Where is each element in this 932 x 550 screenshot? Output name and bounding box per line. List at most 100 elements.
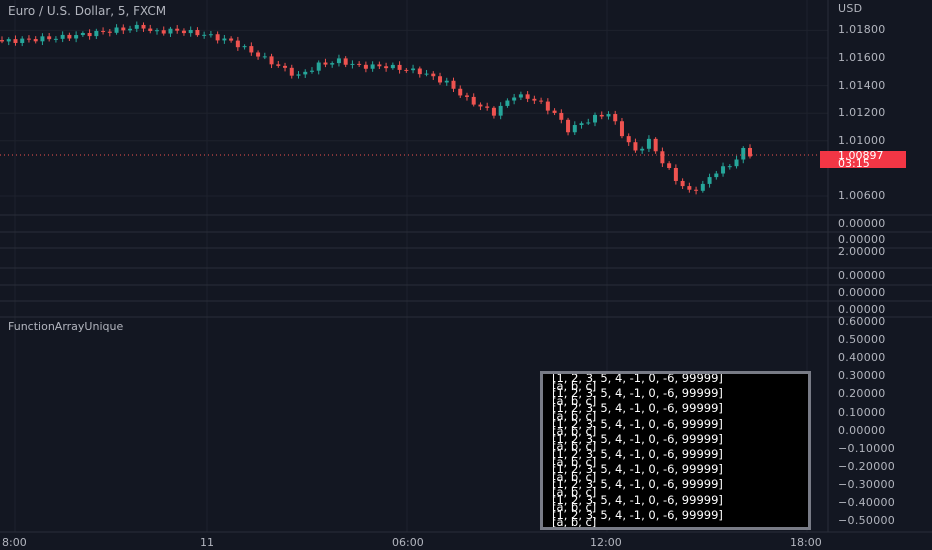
time-label: 8:00 [2, 536, 27, 549]
candle-body [235, 40, 240, 48]
candle-body [269, 56, 274, 65]
candle-body [26, 38, 31, 40]
indicator-axis-label: −0.20000 [838, 459, 896, 473]
candle-body [33, 39, 38, 42]
candle-body [47, 36, 52, 40]
candle-body [626, 136, 631, 143]
candle-body [336, 58, 341, 64]
candle-body [572, 125, 577, 133]
candle-body [384, 66, 389, 69]
candle-body [545, 101, 550, 111]
candle-body [181, 30, 186, 34]
candle-body [134, 24, 139, 29]
candle-body [633, 142, 638, 151]
indicator-axis-label: 0.60000 [838, 315, 886, 328]
indicator-title[interactable]: FunctionArrayUnique [8, 320, 123, 333]
candle-body [87, 32, 92, 37]
candle-body [316, 62, 321, 71]
candle-body [168, 28, 173, 34]
candle-body [53, 38, 58, 40]
candle-body [700, 183, 705, 191]
indicator-axis-label: 0.20000 [838, 387, 886, 401]
candle-body [262, 56, 267, 58]
indicator-axis-label: 0.00000 [838, 423, 886, 437]
indicator-axis-label: 0.50000 [838, 333, 886, 347]
candle-body [242, 46, 247, 48]
candle-body [222, 38, 227, 41]
candle-body [208, 34, 213, 36]
candle-body [67, 34, 72, 39]
candle-body [485, 106, 490, 108]
candle-body [289, 67, 294, 76]
candle-body [276, 64, 281, 66]
indicator-axis-label: −0.10000 [838, 441, 896, 455]
candle-body [687, 186, 692, 190]
candle-body [532, 98, 537, 101]
candle-body [195, 29, 200, 36]
candle-body [451, 80, 456, 89]
candle-body [525, 94, 530, 99]
candle-body [101, 30, 106, 32]
candle-body [283, 65, 288, 68]
price-axis-label: 1.01400 [838, 78, 886, 92]
time-label: 06:00 [392, 536, 424, 549]
candle-body [215, 34, 220, 41]
candle-body [229, 38, 234, 41]
candle-body [619, 121, 624, 137]
candle-body [721, 166, 726, 174]
candle-body [74, 35, 79, 39]
candle-body [323, 62, 328, 65]
indicator-axis-label: −0.40000 [838, 496, 896, 509]
candle-body [673, 167, 678, 181]
symbol-title[interactable]: Euro / U.S. Dollar, 5, FXCM [8, 4, 166, 18]
candle-body [154, 30, 159, 32]
sub-pane-axis-label: 0.00000 [838, 217, 886, 230]
candle-body [363, 64, 368, 69]
candle-body [175, 28, 180, 31]
candle-body [498, 105, 503, 116]
price-axis-label: 1.01800 [838, 23, 886, 37]
last-price-tag: 1.00897 03:15 [820, 150, 906, 169]
currency-label: USD [838, 2, 863, 15]
candle-body [667, 163, 672, 168]
candle-body [357, 63, 362, 65]
candle-body [714, 173, 719, 178]
candle-body [727, 166, 732, 168]
candle-body [640, 148, 645, 151]
candle-body [444, 80, 449, 83]
output-table: [1, 2, 3, 5, 4, -1, 0, -6, 99999] [a, b, … [540, 371, 811, 530]
candle-body [478, 104, 483, 107]
candle-body [40, 36, 45, 42]
candle-body [653, 138, 658, 152]
candle-body [0, 40, 4, 42]
candle-body [599, 114, 604, 117]
candle-body [377, 64, 382, 67]
candle-body [660, 151, 665, 164]
candle-body [431, 73, 436, 77]
candle-body [343, 58, 348, 65]
candle-body [680, 180, 685, 187]
candle-body [613, 114, 618, 122]
candle-body [694, 189, 699, 191]
candle-body [114, 27, 119, 33]
candle-body [303, 71, 308, 75]
time-label: 11 [200, 536, 214, 549]
candle-body [438, 76, 443, 83]
candle-body [505, 100, 510, 106]
indicator-axis-label: −0.30000 [838, 477, 896, 491]
candle-body [552, 110, 557, 113]
candle-body [411, 68, 416, 71]
indicator-axis-label: 0.30000 [838, 369, 886, 383]
candle-body [566, 119, 571, 133]
candle-body [202, 34, 207, 36]
candle-body [94, 30, 99, 37]
time-label: 18:00 [790, 536, 822, 549]
candle-body [350, 63, 355, 65]
candle-body [646, 138, 651, 149]
indicator-axis-label: 0.10000 [838, 405, 886, 419]
candle-body [390, 64, 395, 69]
price-axis-label: 1.01600 [838, 51, 886, 64]
candle-body [107, 31, 112, 33]
candle-body [734, 159, 739, 167]
candle-body [458, 88, 463, 96]
